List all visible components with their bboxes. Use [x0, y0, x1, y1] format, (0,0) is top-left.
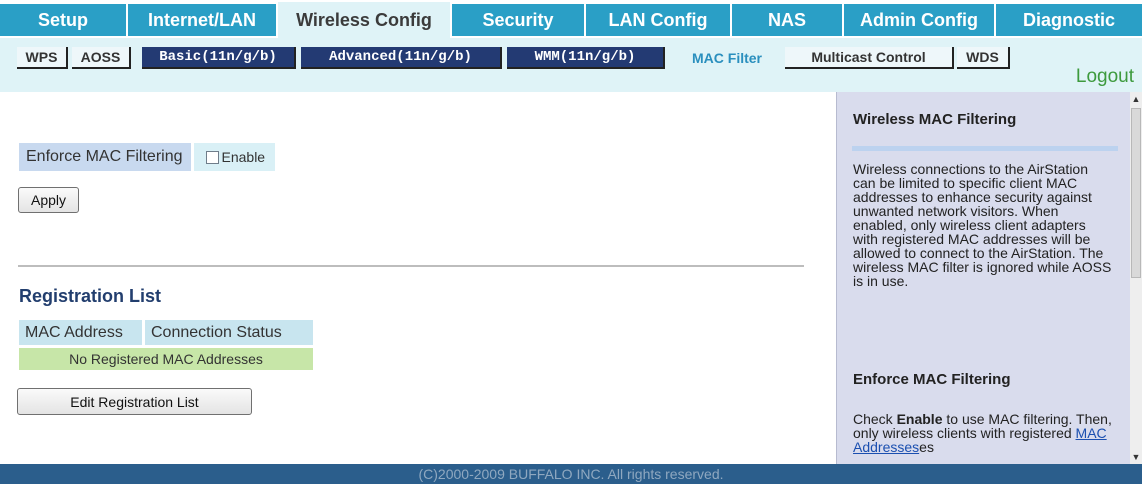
sub-nav: WPS AOSS Basic(11n/g/b) Advanced(11n/g/b… [0, 38, 1142, 92]
subtab-wds[interactable]: WDS [957, 47, 1010, 69]
section-divider [18, 265, 804, 267]
subtab-mac-filter[interactable]: MAC Filter [674, 47, 780, 69]
subtab-advanced-label: Advanced(11n/g/b) [329, 49, 472, 65]
edit-registration-list-button[interactable]: Edit Registration List [17, 388, 252, 415]
help-body-2: Check Enable to use MAC filtering. Then,… [853, 412, 1113, 454]
footer: (C)2000-2009 BUFFALO INC. All rights res… [0, 464, 1142, 484]
subtab-basic-label: Basic(11n/g/b) [159, 49, 277, 65]
help-scrollbar[interactable]: ▲ ▼ [1130, 92, 1142, 464]
subtab-advanced[interactable]: Advanced(11n/g/b) [301, 47, 502, 69]
subtab-multicast-control[interactable]: Multicast Control [785, 47, 954, 69]
enforce-mac-label: Enforce MAC Filtering [19, 143, 191, 171]
help-body-2-post: es [919, 439, 934, 455]
subtab-aoss[interactable]: AOSS [72, 47, 131, 69]
enable-checkbox[interactable] [205, 150, 219, 164]
tab-wireless-config[interactable]: Wireless Config [278, 2, 450, 38]
help-panel: Wireless MAC Filtering Wireless connecti… [836, 92, 1130, 464]
subtab-basic[interactable]: Basic(11n/g/b) [142, 47, 296, 69]
enable-option: Enable [193, 143, 276, 171]
help-divider [852, 146, 1118, 151]
column-mac-address: MAC Address [19, 320, 142, 345]
registration-table: MAC Address Connection Status No Registe… [19, 320, 313, 370]
main-content: Enforce MAC Filtering Enable Apply Regis… [0, 92, 836, 464]
subtab-wps[interactable]: WPS [17, 47, 68, 69]
scroll-down-icon[interactable]: ▼ [1130, 450, 1142, 464]
scroll-up-icon[interactable]: ▲ [1130, 92, 1142, 106]
logout-link[interactable]: Logout [1076, 66, 1134, 88]
tab-diagnostic[interactable]: Diagnostic [996, 4, 1142, 36]
enforce-mac-row: Enforce MAC Filtering Enable [19, 143, 276, 171]
tab-admin-config[interactable]: Admin Config [844, 4, 994, 36]
table-header: MAC Address Connection Status [19, 320, 313, 345]
empty-row: No Registered MAC Addresses [19, 348, 313, 370]
tab-security[interactable]: Security [452, 4, 584, 36]
apply-button[interactable]: Apply [18, 187, 79, 213]
subtab-wmm-label: WMM(11n/g/b) [534, 49, 636, 65]
tab-internet-lan[interactable]: Internet/LAN [128, 4, 276, 36]
tab-nas[interactable]: NAS [732, 4, 842, 36]
scroll-thumb[interactable] [1131, 108, 1141, 278]
help-subtitle: Enforce MAC Filtering [853, 371, 1011, 388]
copyright-text: (C)2000-2009 BUFFALO INC. All rights res… [418, 466, 724, 482]
tab-lan-config[interactable]: LAN Config [586, 4, 730, 36]
column-connection-status: Connection Status [145, 320, 313, 345]
tab-setup[interactable]: Setup [0, 4, 126, 36]
top-nav: Setup Internet/LAN Wireless Config Secur… [0, 0, 1142, 38]
help-body: Wireless connections to the AirStation c… [853, 161, 1112, 289]
registration-list-title: Registration List [19, 286, 162, 306]
enable-label: Enable [221, 149, 266, 165]
help-title: Wireless MAC Filtering [853, 111, 1017, 128]
subtab-wmm[interactable]: WMM(11n/g/b) [507, 47, 665, 69]
